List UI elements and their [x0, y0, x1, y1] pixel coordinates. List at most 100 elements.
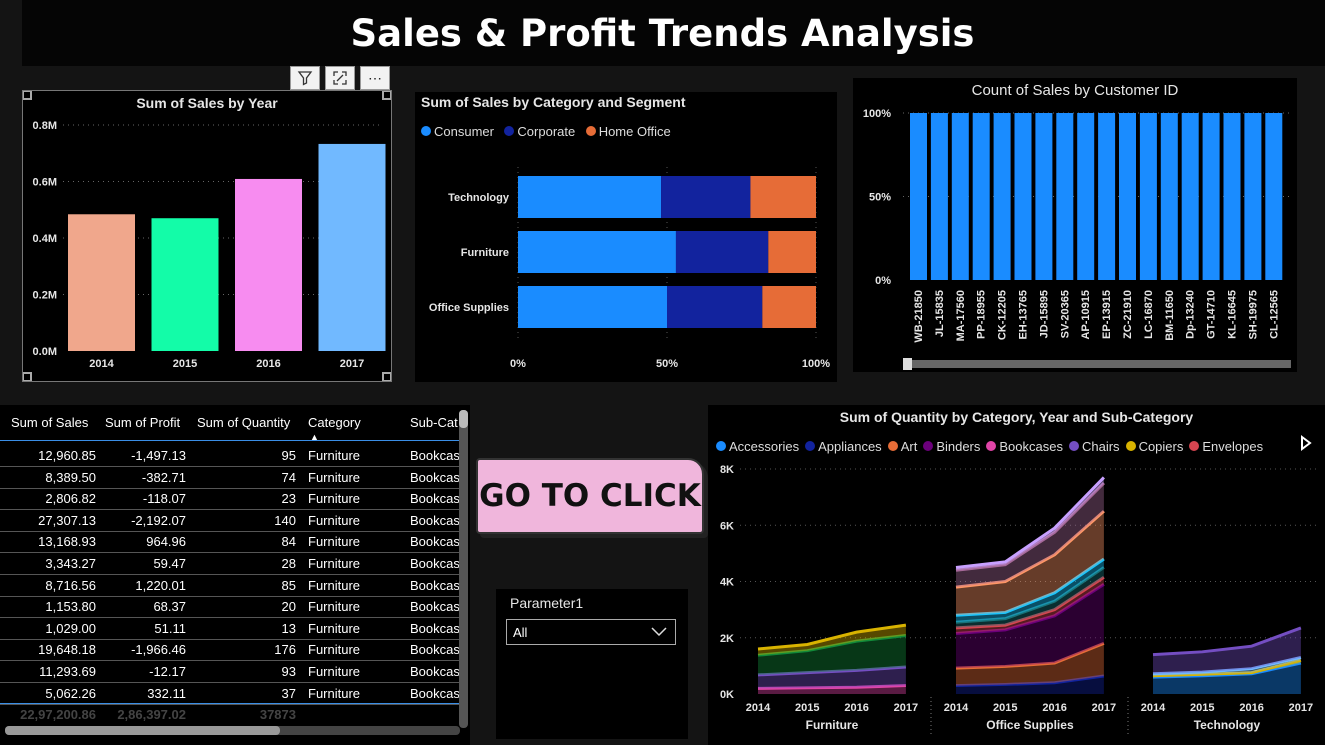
- x-tick-label: WB-21850: [913, 290, 925, 343]
- bar-segment: [675, 231, 769, 273]
- table-row[interactable]: 8,389.50 -382.71 74 Furniture Bookcas: [0, 467, 460, 489]
- filter-icon[interactable]: [290, 66, 320, 90]
- x-tick-label: 100%: [802, 358, 830, 370]
- table-cell: Bookcas: [410, 664, 460, 679]
- bar: [1014, 113, 1032, 280]
- x-tick-label: BM-11650: [1164, 290, 1176, 341]
- table-cell: -382.71: [141, 469, 186, 485]
- scrollbar-handle[interactable]: [903, 358, 912, 370]
- x-tick-label: MA-17560: [955, 290, 967, 341]
- table-cell: 2,806.82: [45, 491, 96, 507]
- bar: [318, 143, 386, 351]
- bar: [930, 113, 948, 280]
- quantity-by-category-visual[interactable]: Sum of Quantity by Category, Year and Su…: [708, 405, 1325, 745]
- bar: [235, 178, 302, 351]
- bar: [1056, 113, 1074, 280]
- table-row[interactable]: 27,307.13 -2,192.07 140 Furniture Bookcas: [0, 510, 460, 532]
- x-tick-label: Dp-13240: [1185, 290, 1197, 339]
- table-cell: Furniture: [308, 448, 361, 463]
- y-tick-label: 100%: [863, 108, 891, 120]
- data-table[interactable]: Sum of Sales Sum of Profit Sum of Quanti…: [0, 405, 470, 745]
- table-row[interactable]: 13,168.93 964.96 84 Furniture Bookcas: [0, 531, 460, 554]
- table-cell: Furniture: [308, 534, 361, 550]
- table-cell: 27,307.13: [38, 512, 96, 528]
- table-cell: 332.11: [147, 685, 186, 701]
- more-options-icon[interactable]: ⋯: [360, 66, 390, 90]
- count-by-customer-chart: 100% 50% 0% WB-21850 JL-15835 MA-17560 PP-1895…: [863, 108, 1293, 343]
- table-cell: Furniture: [308, 620, 361, 636]
- table-cell: 37: [281, 685, 296, 701]
- y-tick-label: 0.0M: [33, 346, 57, 358]
- bar: [1139, 113, 1157, 280]
- bar: [1098, 113, 1116, 280]
- col-header-category[interactable]: Category: [308, 415, 361, 430]
- horizontal-scrollbar[interactable]: [903, 360, 1291, 368]
- x-tick-label: AP-10915: [1080, 290, 1092, 340]
- table-cell: Furniture: [308, 599, 361, 615]
- resize-handle: [23, 91, 32, 100]
- x-tick-label: 2015: [173, 358, 197, 370]
- vertical-scrollbar-handle[interactable]: [459, 410, 468, 428]
- y-tick-label: 4K: [720, 577, 734, 589]
- x-tick-label: 2017: [340, 358, 364, 370]
- table-cell: 95: [281, 448, 296, 463]
- x-tick-label: SV-20365: [1059, 290, 1071, 338]
- table-row[interactable]: 19,648.18 -1,966.46 176 Furniture Bookcas: [0, 639, 460, 662]
- count-by-customer-visual[interactable]: Count of Sales by Customer ID 100% 50% 0% W…: [853, 78, 1297, 372]
- table-cell: Bookcas: [410, 556, 460, 571]
- table-row[interactable]: 12,960.85 -1,497.13 95 Furniture Bookcas: [0, 445, 460, 467]
- bar-segment: [661, 176, 751, 218]
- table-cell: -1,966.46: [131, 642, 186, 658]
- table-cell: 84: [281, 534, 296, 550]
- table-cell: Bookcas: [410, 620, 460, 636]
- table-row[interactable]: 11,293.69 -12.17 93 Furniture Bookcas: [0, 661, 460, 683]
- y-tick-label: 0.4M: [33, 233, 57, 245]
- table-row[interactable]: 3,343.27 59.47 28 Furniture Bookcas: [0, 553, 460, 575]
- x-tick-label: 2017: [1289, 702, 1313, 714]
- focus-mode-icon[interactable]: [325, 66, 355, 90]
- table-row[interactable]: 2,806.82 -118.07 23 Furniture Bookcas: [0, 488, 460, 511]
- col-header-subcategory[interactable]: Sub-Cat: [410, 415, 460, 430]
- parameter-slicer: Parameter1 All: [496, 589, 688, 739]
- bar-segment: [768, 231, 816, 273]
- bar: [1223, 113, 1241, 280]
- bar: [951, 113, 969, 280]
- bar: [993, 113, 1011, 280]
- bar: [1077, 113, 1095, 280]
- go-to-click-button[interactable]: GO TO CLICK: [476, 458, 704, 534]
- vertical-scrollbar[interactable]: [459, 410, 468, 728]
- bar: [1160, 113, 1178, 280]
- x-tick-label: EP-13915: [1101, 290, 1113, 339]
- bar-segment: [518, 286, 667, 328]
- y-tick-label: Furniture: [461, 247, 509, 259]
- table-cell: Furniture: [308, 685, 361, 701]
- x-tick-label: ZC-21910: [1122, 290, 1134, 339]
- table-cell: 964.96: [146, 534, 186, 550]
- col-header-quantity[interactable]: Sum of Quantity: [197, 415, 290, 430]
- bar: [1265, 113, 1283, 280]
- y-tick-label: 2K: [720, 633, 734, 645]
- x-tick-label: PP-18955: [976, 290, 988, 339]
- col-header-sales[interactable]: Sum of Sales: [11, 415, 88, 430]
- sales-by-category-chart: 0% 50% 100% Technology Furniture Office Suppl…: [429, 167, 830, 370]
- x-tick-label: LC-16870: [1143, 290, 1155, 339]
- table-cell: 85: [281, 577, 296, 593]
- y-tick-label: 8K: [720, 464, 734, 476]
- sales-by-category-segment-visual[interactable]: Sum of Sales by Category and Segment Con…: [415, 92, 837, 382]
- bar-segment: [750, 176, 816, 218]
- table-row[interactable]: 1,029.00 51.11 13 Furniture Bookcas: [0, 618, 460, 640]
- parameter-dropdown[interactable]: All: [506, 619, 676, 645]
- sales-by-year-visual[interactable]: Sum of Sales by Year 0.0M 0.2M 0.4M 0.6M 0.8…: [22, 90, 392, 382]
- chevron-down-icon: [651, 627, 667, 637]
- horizontal-scrollbar-handle[interactable]: [5, 726, 280, 735]
- bar: [972, 113, 990, 280]
- table-row[interactable]: 8,716.56 1,220.01 85 Furniture Bookcas: [0, 575, 460, 597]
- x-tick-label: 2015: [795, 702, 819, 714]
- table-cell: 1,220.01: [135, 577, 186, 593]
- y-tick-label: Technology: [448, 192, 510, 204]
- table-cell: -2,192.07: [131, 512, 186, 528]
- table-row[interactable]: 1,153.80 68.37 20 Furniture Bookcas: [0, 596, 460, 619]
- col-header-profit[interactable]: Sum of Profit: [105, 415, 180, 430]
- table-cell: Bookcas: [410, 534, 460, 550]
- table-row[interactable]: 5,062.26 332.11 37 Furniture Bookcas: [0, 683, 460, 705]
